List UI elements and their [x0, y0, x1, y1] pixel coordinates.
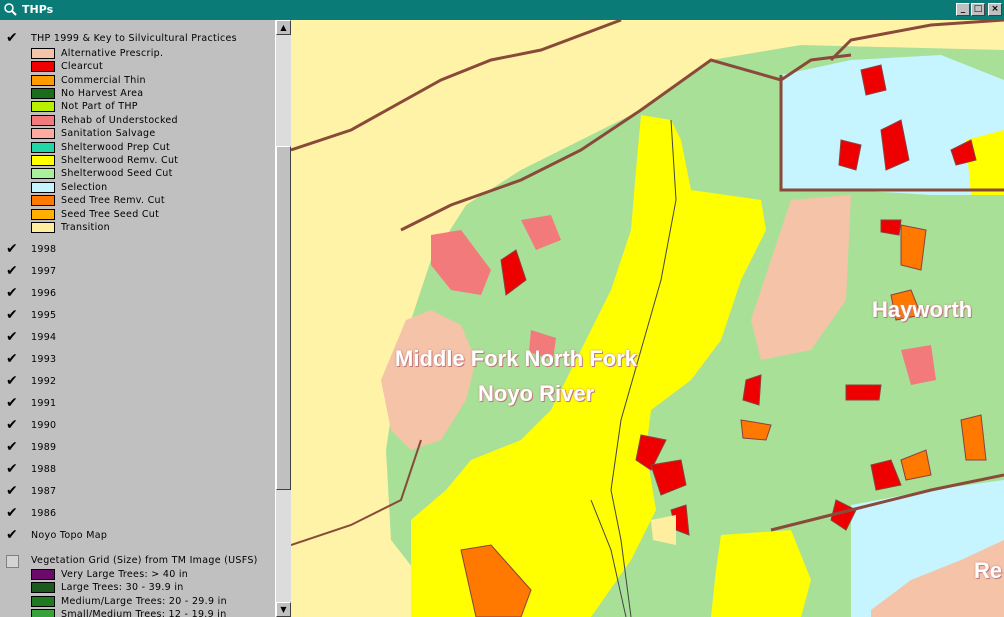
legend-swatch: [31, 582, 55, 593]
layer-visibility-checkbox-1991[interactable]: ✔: [6, 396, 19, 410]
layer-name-1998: 1998: [31, 244, 57, 255]
legend-swatch: [31, 142, 55, 153]
legend-swatch: [31, 48, 55, 59]
property-boundary: [291, 20, 622, 152]
legend-swatch: [31, 168, 55, 179]
legend-swatch: [31, 569, 55, 580]
app-icon: [4, 3, 17, 16]
legend-label: Commercial Thin: [61, 75, 146, 86]
legend-swatch: [31, 222, 55, 233]
layer-visibility-checkbox[interactable]: ✔: [6, 31, 19, 45]
layer-name-1990: 1990: [31, 420, 57, 431]
legend-scrollbar[interactable]: ▲ ▼: [275, 20, 291, 617]
legend-swatch: [31, 209, 55, 220]
legend-label: Medium/Large Trees: 20 - 29.9 in: [61, 596, 227, 607]
layer-visibility-checkbox-1995[interactable]: ✔: [6, 308, 19, 322]
scroll-up-button[interactable]: ▲: [276, 20, 291, 35]
layer-visibility-checkbox-1990[interactable]: ✔: [6, 418, 19, 432]
layer-name-1993: 1993: [31, 354, 57, 365]
map-label-place: Re: [974, 558, 1003, 583]
map-view[interactable]: Middle Fork North Fork Noyo River Haywor…: [291, 20, 1004, 617]
layer-name-1996: 1996: [31, 288, 57, 299]
legend-label: Not Part of THP: [61, 101, 138, 112]
layer-name-1994: 1994: [31, 332, 57, 343]
clearcut-area-10: [860, 64, 887, 96]
map-label-place: Hayworth: [872, 297, 973, 322]
legend-label: Small/Medium Trees: 12 - 19.9 in: [61, 609, 227, 617]
legend-label: Seed Tree Remv. Cut: [61, 195, 165, 206]
map-label-river: Middle Fork North Fork: [395, 346, 637, 371]
legend-label: Seed Tree Seed Cut: [61, 209, 160, 220]
maximize-button[interactable]: □: [971, 3, 985, 16]
layer-visibility-checkbox-1993[interactable]: ✔: [6, 352, 19, 366]
shelterwood-removal-area-ne: [966, 130, 1004, 195]
layer-visibility-checkbox-1994[interactable]: ✔: [6, 330, 19, 344]
layer-name-1989: 1989: [31, 442, 57, 453]
layer-name-1987: 1987: [31, 486, 57, 497]
legend-swatch: [31, 128, 55, 139]
legend-label: Sanitation Salvage: [61, 128, 156, 139]
legend-label: Transition: [61, 222, 110, 233]
layer-name-1986: 1986: [31, 508, 57, 519]
layer-name-1991: 1991: [31, 398, 57, 409]
layer-visibility-checkbox-1987[interactable]: ✔: [6, 484, 19, 498]
layer-name-1988: 1988: [31, 464, 57, 475]
layer-visibility-checkbox-veg[interactable]: [6, 555, 19, 568]
window-title: THPs: [22, 3, 54, 16]
minimize-button[interactable]: _: [956, 3, 970, 16]
legend-label: Clearcut: [61, 61, 104, 72]
legend-swatch: [31, 596, 55, 607]
title-bar: THPs _ □ ×: [0, 0, 1004, 20]
layer-visibility-checkbox-1996[interactable]: ✔: [6, 286, 19, 300]
layer-name-1992: 1992: [31, 376, 57, 387]
seed-tree-removal-area-1: [900, 224, 927, 271]
layer-title: THP 1999 & Key to Silvicultural Practice…: [31, 33, 237, 44]
layer-visibility-checkbox-1997[interactable]: ✔: [6, 264, 19, 278]
layer-name-veg: Vegetation Grid (Size) from TM Image (US…: [31, 555, 258, 566]
close-button[interactable]: ×: [988, 3, 1002, 16]
legend-swatch: [31, 101, 55, 112]
legend-label: Selection: [61, 182, 108, 193]
layer-visibility-checkbox-1988[interactable]: ✔: [6, 462, 19, 476]
clearcut-area-5: [845, 384, 882, 401]
layer-name-topo: Noyo Topo Map: [31, 530, 108, 541]
map-label-river: Noyo River: [478, 381, 595, 406]
layer-name-1997: 1997: [31, 266, 57, 277]
layer-visibility-checkbox-1992[interactable]: ✔: [6, 374, 19, 388]
legend-label: No Harvest Area: [61, 88, 144, 99]
layer-visibility-checkbox-1986[interactable]: ✔: [6, 506, 19, 520]
legend-label: Shelterwood Seed Cut: [61, 168, 173, 179]
legend-swatch: [31, 88, 55, 99]
layer-name-1995: 1995: [31, 310, 57, 321]
seed-tree-removal-area-2: [960, 414, 987, 461]
legend-label: Rehab of Understocked: [61, 115, 178, 126]
layer-visibility-checkbox-1989[interactable]: ✔: [6, 440, 19, 454]
legend-label: Very Large Trees: > 40 in: [61, 569, 189, 580]
shelterwood-removal-area-east: [711, 530, 811, 617]
table-of-contents-panel: ✔ THP 1999 & Key to Silvicultural Practi…: [0, 20, 275, 617]
legend-swatch: [31, 195, 55, 206]
legend-swatch: [31, 155, 55, 166]
legend-label: Alternative Prescrip.: [61, 48, 164, 59]
layer-visibility-checkbox-1998[interactable]: ✔: [6, 242, 19, 256]
scroll-thumb[interactable]: [276, 146, 291, 490]
legend-swatch: [31, 75, 55, 86]
legend-swatch: [31, 609, 55, 617]
scroll-down-button[interactable]: ▼: [276, 602, 291, 617]
legend-swatch: [31, 61, 55, 72]
layer-visibility-checkbox-topo[interactable]: ✔: [6, 528, 19, 542]
clearcut-area-12: [880, 219, 902, 236]
legend-swatch: [31, 182, 55, 193]
legend-label: Shelterwood Prep Cut: [61, 142, 170, 153]
legend-swatch: [31, 115, 55, 126]
legend-label: Large Trees: 30 - 39.9 in: [61, 582, 184, 593]
legend-label: Shelterwood Remv. Cut: [61, 155, 179, 166]
